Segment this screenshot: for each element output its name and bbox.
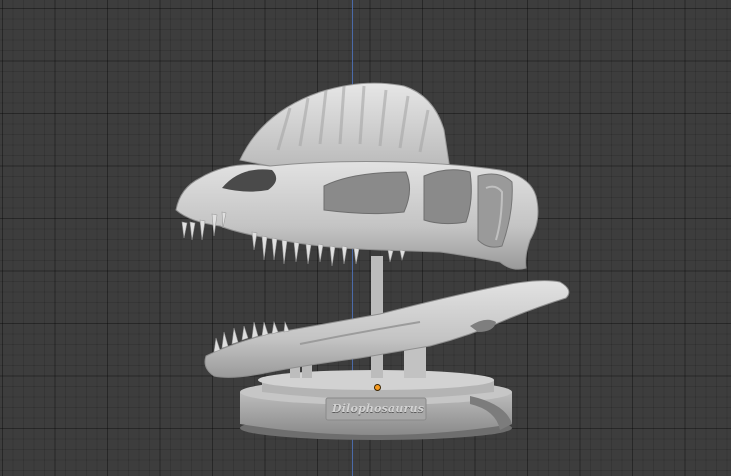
- object-origin-point[interactable]: [374, 384, 381, 391]
- lower-jaw: [204, 280, 570, 378]
- base-plaque-label: Dilophosaurus: [332, 402, 425, 415]
- upper-skull: [175, 82, 539, 270]
- 3d-viewport[interactable]: Dilophosaurus: [0, 0, 731, 476]
